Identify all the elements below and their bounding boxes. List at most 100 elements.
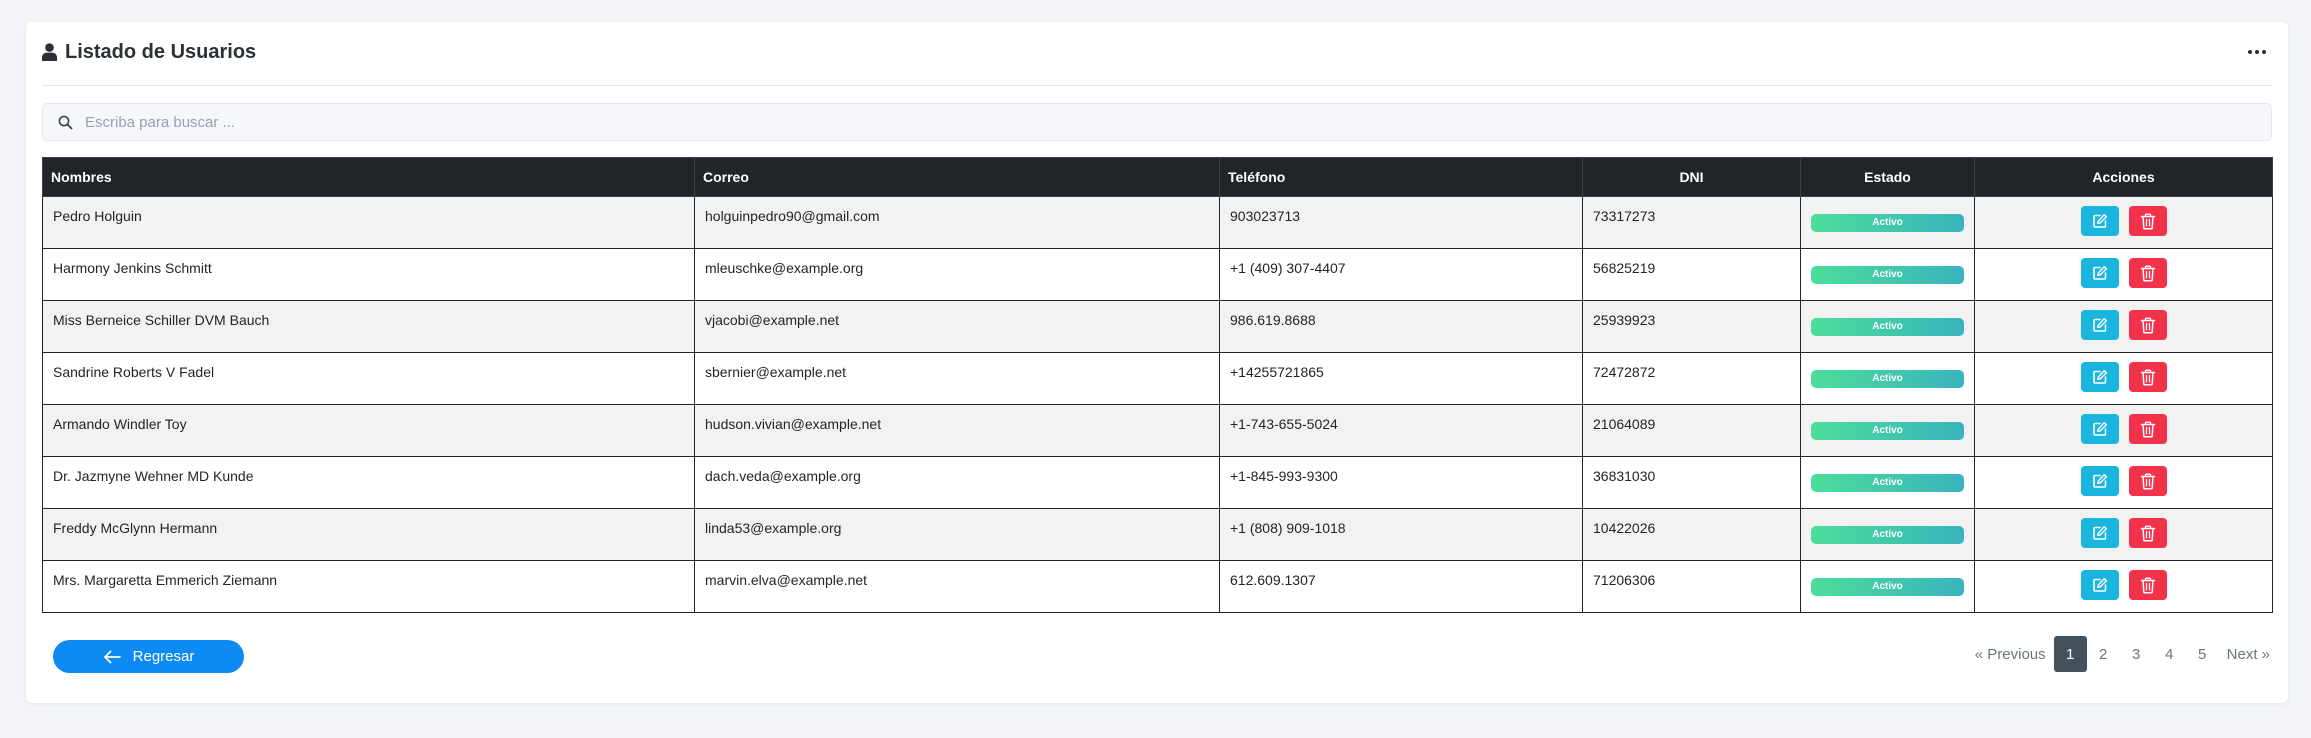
pagination-next[interactable]: Next » <box>2219 636 2278 672</box>
pagination-page-5[interactable]: 5 <box>2186 636 2219 672</box>
cell-telefono: +1 (808) 909-1018 <box>1219 508 1583 561</box>
cell-correo: hudson.vivian@example.net <box>694 404 1220 457</box>
delete-button[interactable] <box>2128 414 2167 444</box>
cell-nombres: Miss Berneice Schiller DVM Bauch <box>42 300 695 353</box>
cell-dni: 72472872 <box>1582 352 1801 405</box>
edit-button[interactable] <box>2080 258 2119 288</box>
trash-icon <box>2140 473 2155 490</box>
users-table: Nombres Correo Teléfono DNI Estado Accio… <box>42 157 2273 613</box>
column-header-telefono[interactable]: Teléfono <box>1219 157 1583 197</box>
pagination-page-3[interactable]: 3 <box>2120 636 2153 672</box>
column-header-estado[interactable]: Estado <box>1800 157 1975 197</box>
cell-nombres: Dr. Jazmyne Wehner MD Kunde <box>42 456 695 509</box>
status-badge: Activo <box>1811 214 1964 232</box>
delete-button[interactable] <box>2128 258 2167 288</box>
search-input[interactable] <box>83 104 2253 140</box>
edit-button[interactable] <box>2080 206 2119 236</box>
more-options-icon[interactable] <box>2242 40 2272 64</box>
column-header-correo[interactable]: Correo <box>694 157 1220 197</box>
status-badge: Activo <box>1811 578 1964 596</box>
cell-estado: Activo <box>1800 404 1975 457</box>
cell-correo: linda53@example.org <box>694 508 1220 561</box>
trash-icon <box>2140 265 2155 282</box>
trash-icon <box>2140 577 2155 594</box>
edit-icon <box>2092 369 2107 384</box>
pagination-page-2[interactable]: 2 <box>2087 636 2120 672</box>
table-header-row: Nombres Correo Teléfono DNI Estado Accio… <box>42 157 2273 197</box>
cell-telefono: 986.619.8688 <box>1219 300 1583 353</box>
status-badge: Activo <box>1811 474 1964 492</box>
back-button[interactable]: Regresar <box>53 640 244 673</box>
pagination-page-4[interactable]: 4 <box>2153 636 2186 672</box>
trash-icon <box>2140 369 2155 386</box>
delete-button[interactable] <box>2128 518 2167 548</box>
cell-acciones <box>1974 248 2273 301</box>
edit-icon <box>2092 265 2107 280</box>
cell-dni: 25939923 <box>1582 300 1801 353</box>
back-button-label: Regresar <box>132 648 195 665</box>
cell-estado: Activo <box>1800 560 1975 613</box>
cell-dni: 21064089 <box>1582 404 1801 457</box>
cell-nombres: Freddy McGlynn Hermann <box>42 508 695 561</box>
table-row: Pedro Holguin holguinpedro90@gmail.com 903… <box>42 196 2273 249</box>
edit-icon <box>2092 577 2107 592</box>
cell-acciones <box>1974 456 2273 509</box>
column-header-dni[interactable]: DNI <box>1582 157 1801 197</box>
delete-button[interactable] <box>2128 570 2167 600</box>
cell-dni: 71206306 <box>1582 560 1801 613</box>
table-row: Mrs. Margaretta Emmerich Ziemann marvin.e… <box>42 560 2273 613</box>
cell-estado: Activo <box>1800 196 1975 249</box>
table-row: Dr. Jazmyne Wehner MD Kunde dach.veda@exa… <box>42 456 2273 509</box>
edit-button[interactable] <box>2080 466 2119 496</box>
cell-nombres: Armando Windler Toy <box>42 404 695 457</box>
edit-button[interactable] <box>2080 414 2119 444</box>
pagination-previous[interactable]: « Previous <box>1967 636 2054 672</box>
cell-acciones <box>1974 196 2273 249</box>
edit-button[interactable] <box>2080 570 2119 600</box>
column-header-nombres[interactable]: Nombres <box>42 157 695 197</box>
table-row: Armando Windler Toy hudson.vivian@example… <box>42 404 2273 457</box>
user-icon <box>42 43 57 61</box>
cell-dni: 10422026 <box>1582 508 1801 561</box>
cell-correo: vjacobi@example.net <box>694 300 1220 353</box>
cell-estado: Activo <box>1800 300 1975 353</box>
cell-telefono: 903023713 <box>1219 196 1583 249</box>
cell-acciones <box>1974 560 2273 613</box>
edit-button[interactable] <box>2080 310 2119 340</box>
cell-dni: 56825219 <box>1582 248 1801 301</box>
pagination: « Previous 1 2 3 4 5 Next » <box>1967 636 2278 672</box>
search-icon <box>58 115 73 130</box>
cell-estado: Activo <box>1800 248 1975 301</box>
cell-acciones <box>1974 352 2273 405</box>
cell-telefono: +14255721865 <box>1219 352 1583 405</box>
trash-icon <box>2140 213 2155 230</box>
search-box <box>42 103 2272 141</box>
cell-telefono: 612.609.1307 <box>1219 560 1583 613</box>
table-row: Sandrine Roberts V Fadel sbernier@example… <box>42 352 2273 405</box>
edit-icon <box>2092 213 2107 228</box>
edit-icon <box>2092 525 2107 540</box>
edit-button[interactable] <box>2080 362 2119 392</box>
delete-button[interactable] <box>2128 362 2167 392</box>
cell-telefono: +1-743-655-5024 <box>1219 404 1583 457</box>
cell-nombres: Mrs. Margaretta Emmerich Ziemann <box>42 560 695 613</box>
cell-estado: Activo <box>1800 456 1975 509</box>
page-title-text: Listado de Usuarios <box>65 40 257 63</box>
users-card: Listado de Usuarios Nombres Correo Teléf… <box>26 22 2288 703</box>
status-badge: Activo <box>1811 266 1964 284</box>
cell-nombres: Harmony Jenkins Schmitt <box>42 248 695 301</box>
delete-button[interactable] <box>2128 466 2167 496</box>
pagination-page-1[interactable]: 1 <box>2053 636 2087 672</box>
edit-button[interactable] <box>2080 518 2119 548</box>
delete-button[interactable] <box>2128 206 2167 236</box>
table-row: Harmony Jenkins Schmitt mleuschke@example… <box>42 248 2273 301</box>
column-header-acciones: Acciones <box>1974 157 2273 197</box>
trash-icon <box>2140 421 2155 438</box>
trash-icon <box>2140 317 2155 334</box>
delete-button[interactable] <box>2128 310 2167 340</box>
cell-correo: mleuschke@example.org <box>694 248 1220 301</box>
cell-correo: holguinpedro90@gmail.com <box>694 196 1220 249</box>
status-badge: Activo <box>1811 370 1964 388</box>
cell-acciones <box>1974 300 2273 353</box>
cell-telefono: +1-845-993-9300 <box>1219 456 1583 509</box>
